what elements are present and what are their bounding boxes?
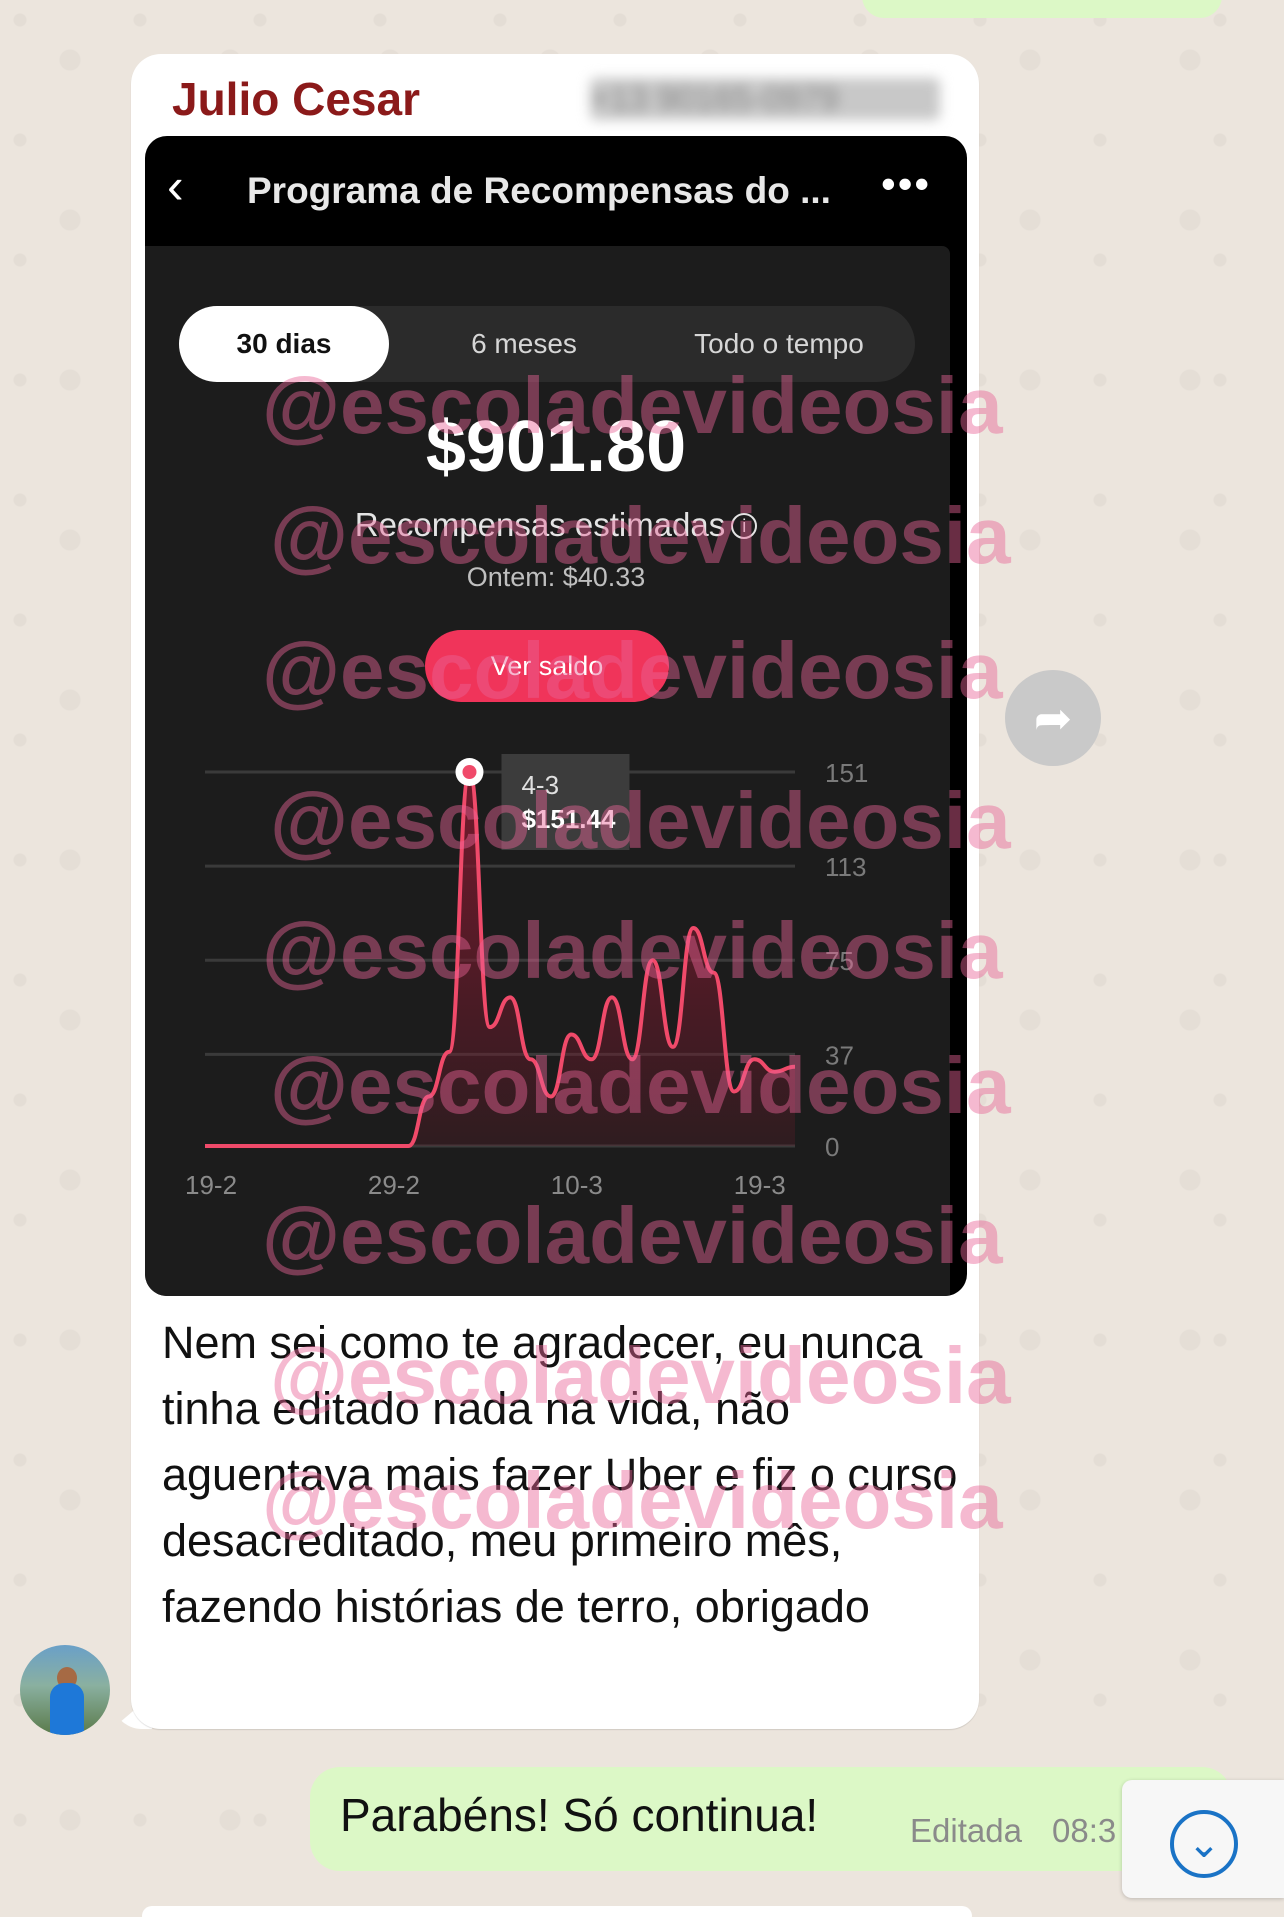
highlight-point-center	[462, 765, 477, 779]
x-tick-label: 10-3	[551, 1170, 603, 1200]
x-tick-label: 19-2	[185, 1170, 237, 1200]
tooltip-value: $151.44	[521, 804, 616, 834]
next-incoming-bubble	[142, 1906, 972, 1917]
rewards-label-text: Recompensas estimadas	[354, 506, 726, 543]
x-tick-label: 19-3	[734, 1170, 786, 1200]
tab-todo-o-tempo: Todo o tempo	[694, 328, 864, 359]
y-tick-label: 151	[825, 758, 868, 788]
rewards-chart: 151 113 75 37 0 19-2 29-2 10-3 19-3 4-3 $151.44	[185, 754, 868, 1200]
avatar-body	[50, 1683, 84, 1735]
y-tick-label: 37	[825, 1040, 854, 1070]
sender-name[interactable]: Julio Cesar	[172, 72, 420, 126]
previous-outgoing-bubble	[862, 0, 1222, 18]
app-title: Programa de Recompensas do ...	[247, 170, 831, 211]
edited-label: Editada	[910, 1812, 1022, 1849]
period-tabs: 30 dias 6 meses Todo o tempo	[179, 306, 915, 382]
app-header: ‹ Programa de Recompensas do ... •••	[145, 136, 967, 246]
shared-screenshot-image[interactable]: ‹ Programa de Recompensas do ... ••• 30 …	[145, 136, 967, 1296]
message-time: 08:3	[1052, 1812, 1117, 1849]
rewards-label: Recompensas estimadas i	[145, 506, 967, 544]
tab-30-dias: 30 dias	[179, 306, 389, 382]
outgoing-message-text: Parabéns! Só continua!	[340, 1789, 819, 1841]
x-tick-label: 29-2	[368, 1170, 420, 1200]
y-tick-label: 75	[825, 946, 854, 976]
y-tick-label: 0	[825, 1132, 839, 1162]
forward-arrow-icon[interactable]: ➦	[1005, 670, 1101, 766]
y-tick-label: 113	[825, 852, 866, 882]
chevron-left-icon: ‹	[167, 158, 184, 214]
incoming-message-text: Nem sei como te agradecer, eu nunca tinh…	[162, 1317, 958, 1632]
contact-avatar[interactable]	[20, 1645, 110, 1735]
tooltip-box	[501, 754, 630, 850]
info-icon: i	[731, 513, 758, 539]
chevron-down-circle-icon[interactable]: ⌄	[1170, 1810, 1238, 1878]
sender-phone-blurred: +13 90165-0979	[590, 78, 940, 120]
more-horizontal-icon: •••	[881, 160, 932, 207]
tooltip-date: 4-3	[521, 770, 559, 800]
ver-saldo-button: Ver saldo	[425, 630, 669, 702]
tab-6-meses: 6 meses	[471, 328, 577, 359]
rewards-amount: $901.80	[425, 407, 687, 487]
yesterday-amount: Ontem: $40.33	[466, 562, 646, 592]
